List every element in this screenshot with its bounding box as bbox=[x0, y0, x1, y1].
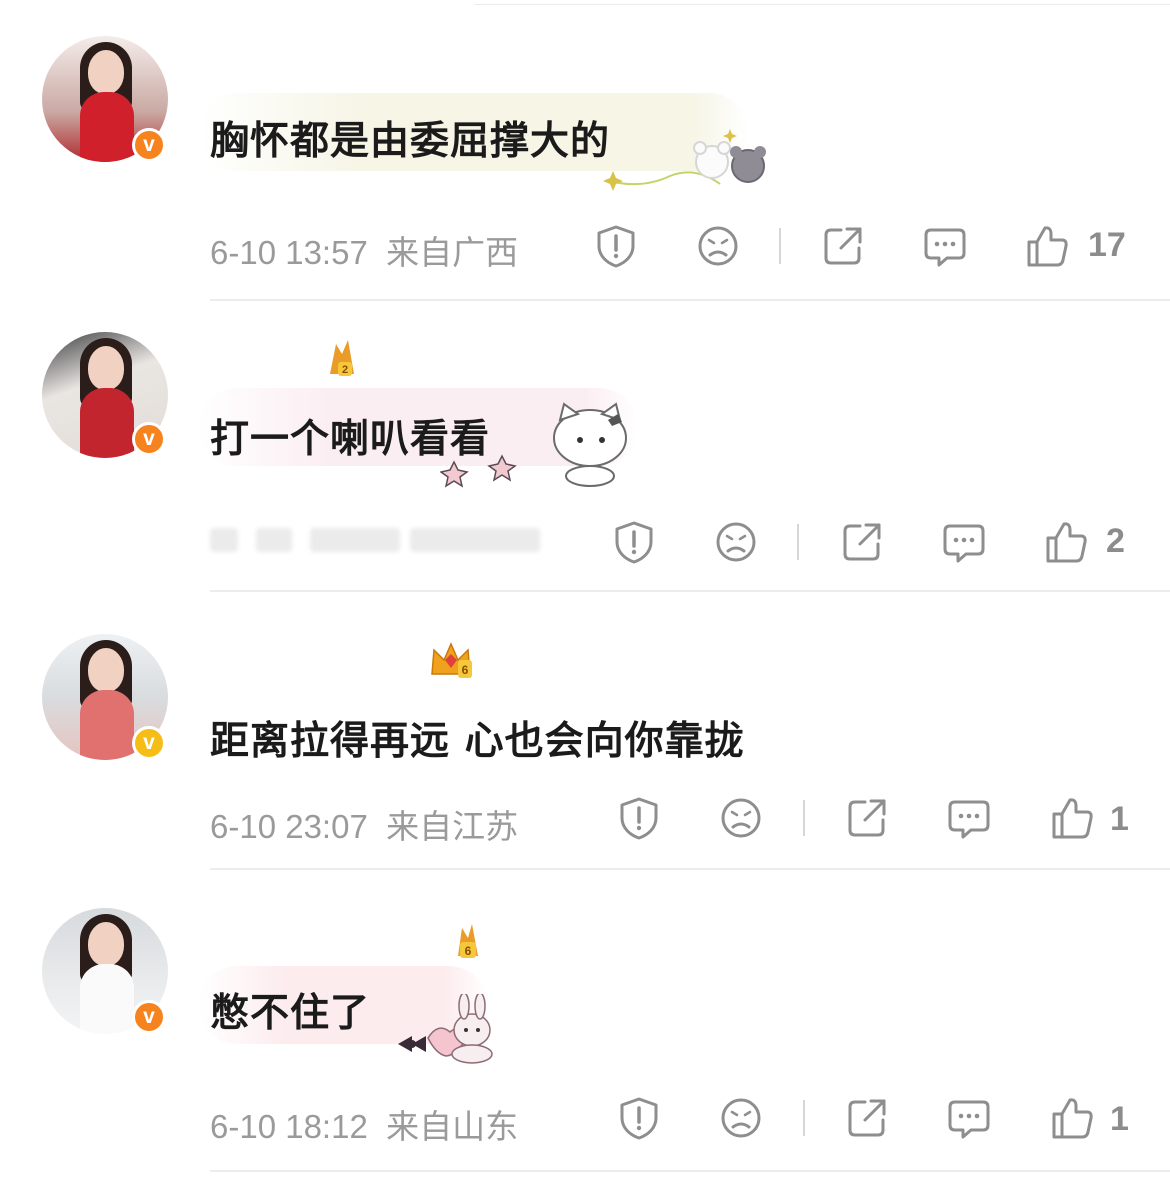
dislike-face-icon bbox=[698, 226, 738, 266]
share-button[interactable] bbox=[840, 520, 884, 564]
verified-badge: v bbox=[132, 726, 166, 760]
svg-text:6: 6 bbox=[465, 944, 472, 958]
share-icon bbox=[843, 523, 881, 561]
report-button[interactable] bbox=[612, 520, 656, 564]
row-divider bbox=[210, 1170, 1170, 1172]
level-badge-icon: 2 bbox=[330, 340, 354, 376]
report-icon bbox=[620, 797, 658, 840]
reply-button[interactable] bbox=[923, 224, 967, 268]
comment-item: v 胸怀都是由委屈撑大的 6-10 13:57 来自广西 17 bbox=[0, 0, 1170, 302]
dislike-button[interactable] bbox=[719, 1096, 763, 1140]
svg-text:6: 6 bbox=[462, 663, 469, 677]
verified-badge: v bbox=[132, 1000, 166, 1034]
action-separator bbox=[779, 228, 781, 264]
verified-badge: v bbox=[132, 128, 166, 162]
dislike-face-icon bbox=[721, 1098, 761, 1138]
dislike-button[interactable] bbox=[719, 796, 763, 840]
like-button[interactable] bbox=[1025, 224, 1069, 268]
dislike-button[interactable] bbox=[714, 520, 758, 564]
report-icon bbox=[615, 521, 653, 564]
dislike-button[interactable] bbox=[696, 224, 740, 268]
comment-item: v 6 距离拉得再远 心也会向你靠拢 6-10 23:07 来自江苏 1 bbox=[0, 592, 1170, 870]
like-button[interactable] bbox=[1050, 796, 1094, 840]
like-count: 2 bbox=[1106, 522, 1125, 560]
like-count: 1 bbox=[1110, 1100, 1129, 1138]
dislike-face-icon bbox=[721, 798, 761, 838]
report-button[interactable] bbox=[617, 796, 661, 840]
comment-date: 6-10 18:12 bbox=[210, 1108, 368, 1145]
kitty-sticker-icon bbox=[440, 402, 627, 488]
like-thumb-icon bbox=[1052, 1098, 1093, 1139]
like-button[interactable] bbox=[1050, 1096, 1094, 1140]
comment-item: v 6 憋不住了 6-10 18:12 来自山东 1 bbox=[0, 870, 1170, 1178]
comment-location: 来自山东 bbox=[386, 1108, 519, 1145]
like-thumb-icon bbox=[1027, 226, 1068, 267]
report-icon bbox=[597, 225, 635, 268]
comment-item: v 2 打一个喇叭看看 2 bbox=[0, 302, 1170, 592]
comment-date: 6-10 13:57 bbox=[210, 234, 368, 271]
comment-meta: 6-10 23:07 来自江苏 bbox=[210, 800, 518, 848]
share-icon bbox=[824, 227, 862, 265]
report-button[interactable] bbox=[594, 224, 638, 268]
reply-button[interactable] bbox=[942, 520, 986, 564]
like-count: 17 bbox=[1088, 226, 1126, 264]
like-count: 1 bbox=[1110, 800, 1129, 838]
share-icon bbox=[848, 799, 886, 837]
reply-icon bbox=[948, 800, 990, 839]
comment-meta: 6-10 18:12 来自山东 bbox=[210, 1100, 518, 1148]
dislike-face-icon bbox=[716, 522, 756, 562]
action-separator bbox=[803, 800, 805, 836]
like-thumb-icon bbox=[1052, 798, 1093, 839]
level-crown-badge-icon: 6 bbox=[431, 642, 472, 678]
verified-badge: v bbox=[132, 422, 166, 456]
comment-location: 来自广西 bbox=[386, 234, 519, 271]
like-button[interactable] bbox=[1044, 520, 1088, 564]
comment-meta-obscured bbox=[210, 522, 540, 556]
reply-icon bbox=[924, 228, 966, 267]
row-divider bbox=[210, 299, 1170, 301]
report-icon bbox=[620, 1097, 658, 1140]
reply-icon bbox=[948, 1100, 990, 1139]
reply-icon bbox=[943, 524, 985, 563]
comment-text: 憋不住了 bbox=[210, 991, 371, 1036]
bear-sticker-icon bbox=[603, 129, 766, 191]
share-button[interactable] bbox=[821, 224, 865, 268]
share-icon bbox=[848, 1099, 886, 1137]
reply-button[interactable] bbox=[947, 796, 991, 840]
share-button[interactable] bbox=[845, 796, 889, 840]
comment-location: 来自江苏 bbox=[386, 808, 519, 845]
reply-button[interactable] bbox=[947, 1096, 991, 1140]
comment-text: 距离拉得再远 心也会向你靠拢 bbox=[210, 719, 745, 764]
share-button[interactable] bbox=[845, 1096, 889, 1140]
action-separator bbox=[797, 524, 799, 560]
comment-date: 6-10 23:07 bbox=[210, 808, 368, 845]
svg-text:2: 2 bbox=[342, 364, 348, 376]
action-separator bbox=[803, 1100, 805, 1136]
bunny-sticker-icon bbox=[398, 994, 493, 1064]
level-badge-icon: 6 bbox=[458, 924, 478, 958]
report-button[interactable] bbox=[617, 1096, 661, 1140]
like-thumb-icon bbox=[1046, 522, 1087, 563]
comment-text: 胸怀都是由委屈撑大的 bbox=[210, 119, 611, 164]
comment-meta: 6-10 13:57 来自广西 bbox=[210, 226, 518, 274]
